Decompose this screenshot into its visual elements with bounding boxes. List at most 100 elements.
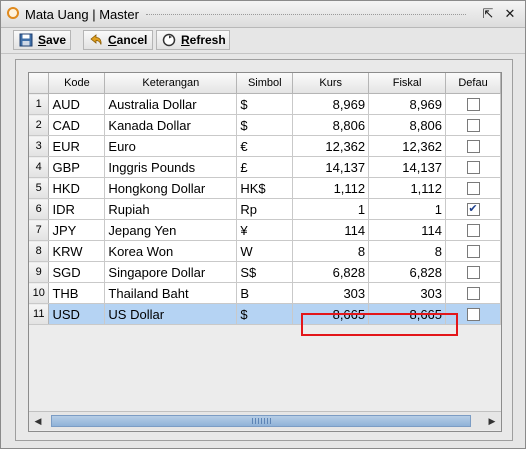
cell-sim[interactable]: $ [236, 114, 294, 136]
cell-kode[interactable]: GBP [48, 156, 106, 178]
table-row[interactable]: 3 EUR Euro €12,362 12,362 [29, 135, 501, 157]
cell-ket[interactable]: US Dollar [104, 303, 238, 325]
default-checkbox[interactable] [466, 118, 480, 132]
cell-fis[interactable]: 8 [368, 240, 447, 262]
cell-ket[interactable]: Inggris Pounds [104, 156, 238, 178]
cell-sim[interactable]: Rp [236, 198, 294, 220]
cell-kurs[interactable]: 1,112 [292, 177, 370, 199]
table-row[interactable]: 9 SGD Singapore Dollar S$ 6,828 6,828 [29, 261, 501, 283]
column-header[interactable]: Kode [48, 73, 106, 94]
scroll-thumb[interactable] [51, 415, 471, 427]
table-row[interactable]: 1 AUD Australia Dollar $8,969 8,969 [29, 93, 501, 115]
cell-kode[interactable]: THB [48, 282, 106, 304]
cell-ket[interactable]: Hongkong Dollar [104, 177, 238, 199]
column-header[interactable]: Kurs [292, 73, 370, 94]
cell-kode[interactable]: AUD [48, 93, 106, 115]
cell-fis[interactable]: 8,969 [368, 93, 447, 115]
cell-kurs[interactable]: 8,665 [292, 303, 370, 325]
cell-kurs[interactable]: 6,828 [292, 261, 370, 283]
cell-kurs[interactable]: 14,137 [292, 156, 370, 178]
cell-default[interactable] [445, 261, 501, 283]
scroll-left-icon[interactable]: ◀ [31, 414, 45, 428]
table-row[interactable]: 4 GBP Inggris Pounds £14,137 14,137 [29, 156, 501, 178]
cell-fis[interactable]: 303 [368, 282, 447, 304]
cell-fis[interactable]: 114 [368, 219, 447, 241]
cell-kode[interactable]: HKD [48, 177, 106, 199]
cell-kurs[interactable]: 1 [292, 198, 370, 220]
cell-default[interactable]: ✔ [445, 198, 501, 220]
cell-ket[interactable]: Singapore Dollar [104, 261, 238, 283]
default-checkbox[interactable] [466, 160, 480, 174]
column-header[interactable]: Fiskal [368, 73, 447, 94]
cell-kurs[interactable]: 12,362 [292, 135, 370, 157]
cell-fis[interactable]: 1,112 [368, 177, 447, 199]
cell-sim[interactable]: $ [236, 303, 294, 325]
cell-sim[interactable]: W [236, 240, 294, 262]
cell-ket[interactable]: Australia Dollar [104, 93, 238, 115]
cell-sim[interactable]: B [236, 282, 294, 304]
cell-fis[interactable]: 8,665 [368, 303, 447, 325]
default-checkbox[interactable] [466, 307, 480, 321]
column-header[interactable]: Defau [445, 73, 501, 94]
column-header[interactable] [29, 73, 50, 94]
default-checkbox[interactable] [466, 181, 480, 195]
cell-kode[interactable]: EUR [48, 135, 106, 157]
cell-default[interactable] [445, 156, 501, 178]
scroll-right-icon[interactable]: ▶ [485, 414, 499, 428]
save-button[interactable]: Save [13, 30, 71, 50]
cell-fis[interactable]: 12,362 [368, 135, 447, 157]
cell-ket[interactable]: Rupiah [104, 198, 238, 220]
column-header[interactable]: Simbol [236, 73, 294, 94]
default-checkbox[interactable] [466, 244, 480, 258]
table-row[interactable]: 2 CAD Kanada Dollar $8,806 8,806 [29, 114, 501, 136]
cell-fis[interactable]: 6,828 [368, 261, 447, 283]
cell-kurs[interactable]: 8 [292, 240, 370, 262]
cell-fis[interactable]: 14,137 [368, 156, 447, 178]
cell-fis[interactable]: 1 [368, 198, 447, 220]
cell-default[interactable] [445, 303, 501, 325]
table-row[interactable]: 10 THB Thailand Baht B 303 303 [29, 282, 501, 304]
cell-default[interactable] [445, 177, 501, 199]
cell-default[interactable] [445, 93, 501, 115]
default-checkbox[interactable] [466, 265, 480, 279]
cancel-button[interactable]: Cancel [83, 30, 153, 50]
cell-kode[interactable]: CAD [48, 114, 106, 136]
cell-sim[interactable]: ¥ [236, 219, 294, 241]
cell-default[interactable] [445, 219, 501, 241]
cell-kurs[interactable]: 114 [292, 219, 370, 241]
cell-default[interactable] [445, 114, 501, 136]
default-checkbox[interactable] [466, 139, 480, 153]
cell-ket[interactable]: Kanada Dollar [104, 114, 238, 136]
cell-sim[interactable]: £ [236, 156, 294, 178]
table-row[interactable]: 11 USD US Dollar $8,665 8,665 [29, 303, 501, 325]
horizontal-scrollbar[interactable]: ◀ ▶ [29, 411, 501, 430]
column-header[interactable]: Keterangan [104, 73, 238, 94]
cell-kurs[interactable]: 8,806 [292, 114, 370, 136]
default-checkbox[interactable] [466, 97, 480, 111]
cell-kurs[interactable]: 303 [292, 282, 370, 304]
table-row[interactable]: 8 KRW Korea Won W 8 8 [29, 240, 501, 262]
cell-kode[interactable]: KRW [48, 240, 106, 262]
cell-ket[interactable]: Thailand Baht [104, 282, 238, 304]
restore-icon[interactable]: ⇱ [479, 5, 497, 23]
cell-kode[interactable]: SGD [48, 261, 106, 283]
default-checkbox[interactable]: ✔ [466, 202, 480, 216]
cell-default[interactable] [445, 282, 501, 304]
cell-ket[interactable]: Korea Won [104, 240, 238, 262]
refresh-button[interactable]: Refresh [156, 30, 230, 50]
cell-sim[interactable]: $ [236, 93, 294, 115]
cell-fis[interactable]: 8,806 [368, 114, 447, 136]
cell-ket[interactable]: Jepang Yen [104, 219, 238, 241]
cell-default[interactable] [445, 240, 501, 262]
cell-kurs[interactable]: 8,969 [292, 93, 370, 115]
cell-sim[interactable]: € [236, 135, 294, 157]
table-row[interactable]: 5 HKD Hongkong Dollar HK$ 1,112 1,112 [29, 177, 501, 199]
default-checkbox[interactable] [466, 223, 480, 237]
cell-ket[interactable]: Euro [104, 135, 238, 157]
cell-kode[interactable]: USD [48, 303, 106, 325]
cell-kode[interactable]: IDR [48, 198, 106, 220]
table-row[interactable]: 6 IDR Rupiah Rp 1 1 ✔ [29, 198, 501, 220]
default-checkbox[interactable] [466, 286, 480, 300]
cell-sim[interactable]: S$ [236, 261, 294, 283]
table-row[interactable]: 7 JPY Jepang Yen ¥114 114 [29, 219, 501, 241]
